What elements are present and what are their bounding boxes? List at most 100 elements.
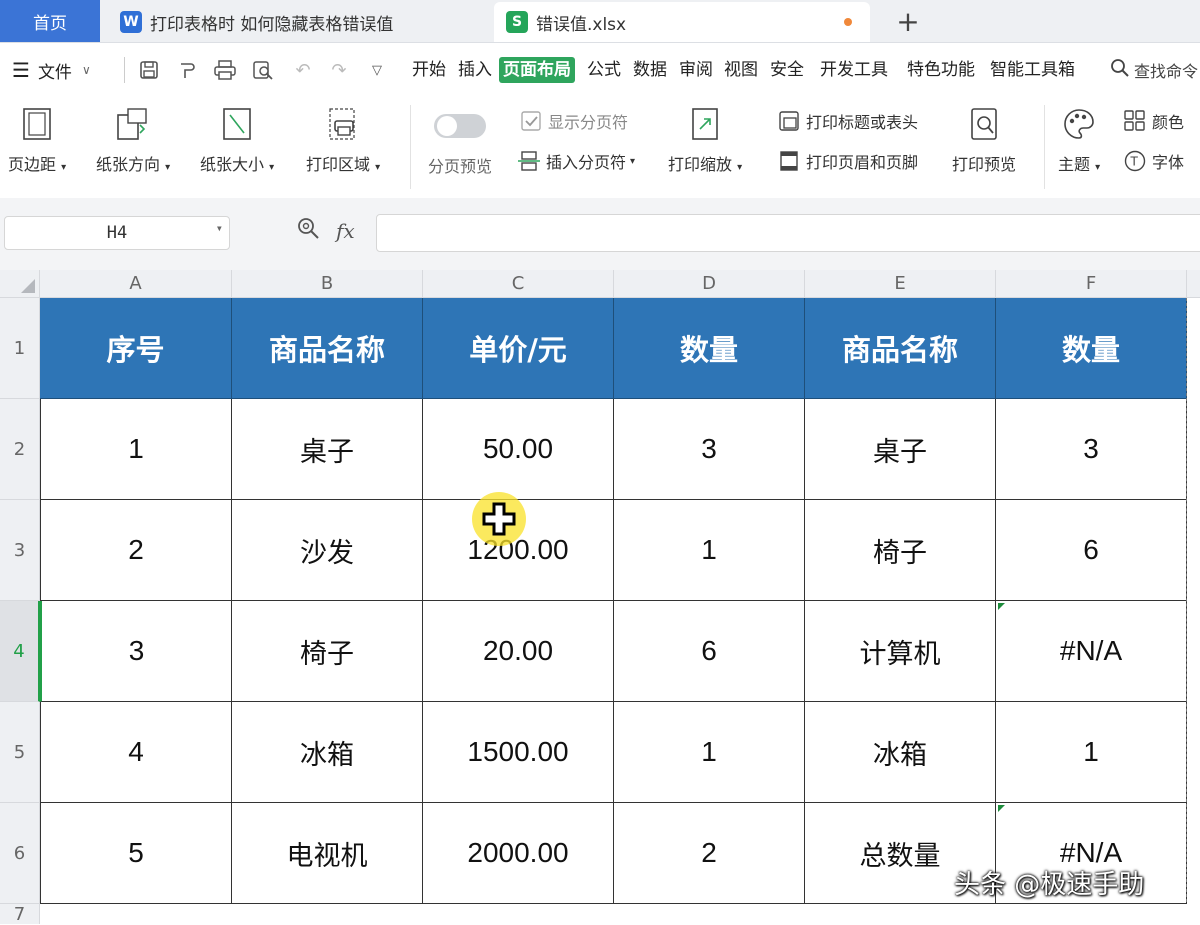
print-area-icon <box>326 107 360 141</box>
table-cell[interactable]: 计算机 <box>805 601 996 702</box>
error-value-cell[interactable]: #N/A <box>996 601 1187 702</box>
menu-tab-toolbox[interactable]: 智能工具箱 <box>988 57 1077 83</box>
table-cell[interactable]: 20.00 <box>423 601 614 702</box>
zoom-formula-icon[interactable] <box>296 216 320 245</box>
table-cell[interactable]: 椅子 <box>805 500 996 601</box>
print-titles-icon <box>778 110 800 132</box>
more-dropdown-icon[interactable]: ▽ <box>364 57 390 83</box>
header-cell-unit-price[interactable]: 单价/元 <box>423 298 614 399</box>
menu-tab-formulas[interactable]: 公式 <box>585 57 623 83</box>
table-cell[interactable]: 1 <box>614 702 805 803</box>
fonts-button[interactable]: T 字体 <box>1124 149 1184 173</box>
divider <box>124 57 125 83</box>
header-cell-lookup-quantity[interactable]: 数量 <box>996 298 1187 399</box>
table-cell[interactable]: 6 <box>614 601 805 702</box>
redo-icon[interactable]: ↷ <box>326 57 352 83</box>
print-preview-icon[interactable] <box>250 57 276 83</box>
colors-button[interactable]: 颜色 <box>1124 109 1184 133</box>
header-cell-index[interactable]: 序号 <box>40 298 232 399</box>
table-cell[interactable]: 2 <box>40 500 232 601</box>
menu-tab-insert[interactable]: 插入 <box>456 57 494 83</box>
menu-tab-data[interactable]: 数据 <box>631 57 669 83</box>
table-cell[interactable]: 冰箱 <box>232 702 423 803</box>
menu-bar: ☰ 文件 ∨ ↶ ↷ ▽ 开始 插入 页面布局 公式 数据 审阅 视图 安全 开… <box>0 43 1200 97</box>
table-cell[interactable]: 1 <box>40 399 232 500</box>
table-cell[interactable]: 4 <box>40 702 232 803</box>
table-cell[interactable]: 3 <box>996 399 1187 500</box>
undo-icon[interactable]: ↶ <box>290 57 316 83</box>
row-header-1[interactable]: 1 <box>0 298 40 399</box>
toggle-switch[interactable] <box>430 109 490 143</box>
column-header-a[interactable]: A <box>40 270 232 298</box>
column-header-g[interactable] <box>1187 270 1200 298</box>
page-break-preview-button[interactable]: 分页预览 <box>428 109 492 177</box>
error-indicator-icon[interactable] <box>998 805 1005 812</box>
table-cell[interactable]: 50.00 <box>423 399 614 500</box>
row-header-5[interactable]: 5 <box>0 702 40 803</box>
margins-button[interactable]: 页边距 ▾ <box>8 107 66 175</box>
table-cell[interactable]: 6 <box>996 500 1187 601</box>
print-titles-button[interactable]: 打印标题或表头 <box>778 109 918 133</box>
table-cell[interactable]: 2000.00 <box>423 803 614 904</box>
format-painter-icon[interactable] <box>174 57 200 83</box>
table-cell[interactable]: 冰箱 <box>805 702 996 803</box>
table-cell[interactable]: 桌子 <box>805 399 996 500</box>
table-cell[interactable]: 1500.00 <box>423 702 614 803</box>
row-header-7[interactable]: 7 <box>0 904 40 925</box>
tab-home[interactable]: 首页 <box>0 0 100 42</box>
table-cell[interactable]: 电视机 <box>232 803 423 904</box>
print-icon[interactable] <box>212 57 238 83</box>
menu-tab-features[interactable]: 特色功能 <box>905 57 977 83</box>
print-scaling-button[interactable]: 打印缩放 ▾ <box>668 107 742 175</box>
save-icon[interactable] <box>136 57 162 83</box>
column-header-c[interactable]: C <box>423 270 614 298</box>
insert-page-break-button[interactable]: 插入分页符 ▾ <box>518 149 635 173</box>
column-header-e[interactable]: E <box>805 270 996 298</box>
column-header-d[interactable]: D <box>614 270 805 298</box>
watermark: 头条 @极速手助 <box>954 870 1145 900</box>
menu-tab-view[interactable]: 视图 <box>722 57 760 83</box>
column-header-f[interactable]: F <box>996 270 1187 298</box>
paper-size-button[interactable]: 纸张大小 ▾ <box>200 107 274 175</box>
print-area-button[interactable]: 打印区域 ▾ <box>306 107 380 175</box>
select-all-button[interactable] <box>0 270 40 298</box>
print-scaling-icon <box>688 107 722 141</box>
theme-button[interactable]: 主题 ▾ <box>1058 107 1100 175</box>
table-cell[interactable]: 3 <box>40 601 232 702</box>
menu-tab-security[interactable]: 安全 <box>768 57 806 83</box>
menu-tab-start[interactable]: 开始 <box>410 57 448 83</box>
row-header-2[interactable]: 2 <box>0 399 40 500</box>
table-cell[interactable]: 1 <box>614 500 805 601</box>
header-cell-quantity[interactable]: 数量 <box>614 298 805 399</box>
header-footer-label: 打印页眉和页脚 <box>806 153 919 172</box>
row-header-6[interactable]: 6 <box>0 803 40 904</box>
menu-tab-page-layout[interactable]: 页面布局 <box>499 57 575 83</box>
menu-tab-review[interactable]: 审阅 <box>677 57 715 83</box>
search-command[interactable]: 查找命令 <box>1110 57 1198 83</box>
fx-icon[interactable]: fx <box>336 219 355 243</box>
error-indicator-icon[interactable] <box>998 603 1005 610</box>
table-cell[interactable]: 桌子 <box>232 399 423 500</box>
table-cell[interactable]: 椅子 <box>232 601 423 702</box>
tab-spreadsheet[interactable]: S 错误值.xlsx <box>494 2 870 42</box>
new-tab-button[interactable]: + <box>890 2 926 40</box>
menu-tab-developer[interactable]: 开发工具 <box>818 57 890 83</box>
header-footer-button[interactable]: 打印页眉和页脚 <box>778 149 918 173</box>
orientation-button[interactable]: 纸张方向 ▾ <box>96 107 170 175</box>
table-cell[interactable]: 5 <box>40 803 232 904</box>
header-cell-lookup-name[interactable]: 商品名称 <box>805 298 996 399</box>
header-cell-product-name[interactable]: 商品名称 <box>232 298 423 399</box>
row-header-3[interactable]: 3 <box>0 500 40 601</box>
show-page-breaks-checkbox[interactable]: 显示分页符 <box>520 109 628 133</box>
name-box[interactable]: H4 ▾ <box>4 216 230 250</box>
table-cell[interactable]: 2 <box>614 803 805 904</box>
table-cell[interactable]: 1 <box>996 702 1187 803</box>
file-menu[interactable]: ☰ 文件 ∨ <box>12 57 91 83</box>
print-preview-button[interactable]: 打印预览 <box>952 107 1016 175</box>
row-header-4[interactable]: 4 <box>0 601 40 702</box>
tab-document[interactable]: W 打印表格时 如何隐藏表格错误值 <box>108 2 488 42</box>
column-header-b[interactable]: B <box>232 270 423 298</box>
table-cell[interactable]: 3 <box>614 399 805 500</box>
formula-input[interactable] <box>376 214 1200 252</box>
table-cell[interactable]: 沙发 <box>232 500 423 601</box>
